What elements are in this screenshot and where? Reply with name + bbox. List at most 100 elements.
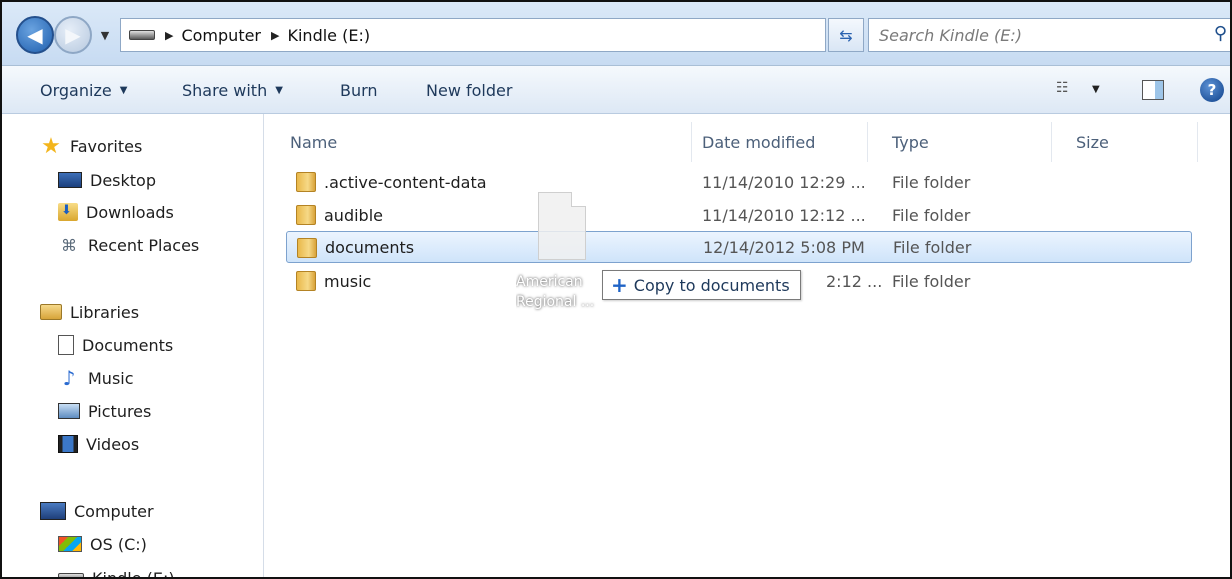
help-icon[interactable]: ?	[1200, 78, 1224, 102]
file-date: 12/14/2012 5:08 PM	[703, 237, 865, 257]
dragged-file-label: American Regional ...	[516, 272, 612, 312]
downloads-icon	[58, 203, 78, 221]
share-with-button[interactable]: Share with ▼	[182, 78, 283, 102]
nav-label: Kindle (E:)	[92, 568, 175, 579]
refresh-icon: ⇆	[839, 25, 853, 45]
organize-label: Organize	[40, 80, 112, 100]
nav-label: Desktop	[90, 170, 156, 190]
nav-os-c[interactable]: OS (C:)	[58, 530, 147, 558]
preview-pane-icon[interactable]	[1142, 80, 1164, 100]
chevron-down-icon: ▼	[275, 84, 283, 96]
change-view-icon[interactable]: ☷	[1056, 80, 1076, 100]
column-header-size[interactable]: Size	[1052, 122, 1198, 162]
file-name: music	[324, 271, 372, 291]
file-row[interactable]: audible 11/14/2010 12:12 ... File folder	[286, 199, 1192, 231]
music-note-icon: ♪	[62, 366, 76, 390]
nav-label: OS (C:)	[90, 534, 147, 554]
document-icon	[58, 335, 74, 355]
organize-button[interactable]: Organize ▼	[40, 78, 127, 102]
nav-favorites[interactable]: ★ Favorites	[40, 132, 142, 160]
windows-drive-icon	[58, 536, 82, 552]
libraries-icon	[40, 304, 62, 320]
nav-documents[interactable]: Documents	[58, 331, 173, 359]
nav-videos[interactable]: Videos	[58, 430, 139, 458]
search-input[interactable]	[869, 20, 1189, 50]
search-box[interactable]: ⚲	[868, 18, 1230, 52]
arrow-right-icon: ▶	[65, 23, 81, 47]
nav-label: Pictures	[88, 401, 152, 421]
refresh-button[interactable]: ⇆	[828, 18, 864, 52]
chevron-down-icon: ▼	[100, 28, 110, 42]
chevron-down-icon: ▼	[119, 84, 128, 96]
computer-icon	[40, 502, 66, 520]
folder-icon	[296, 172, 316, 192]
file-type: File folder	[892, 205, 971, 225]
file-name: documents	[325, 237, 415, 257]
folder-icon	[297, 238, 317, 258]
film-icon	[58, 435, 78, 453]
dragged-file-label-line2: Regional ...	[516, 294, 595, 310]
drive-icon	[129, 30, 155, 40]
nav-label: Videos	[86, 434, 140, 454]
pictures-icon	[58, 403, 80, 419]
star-icon: ★	[41, 133, 61, 159]
address-bar-row: ◀ ▶ ▼ ▶ Computer ▶ Kindle (E:) ▼ ⇆ ⚲	[2, 2, 1230, 66]
file-name: .active-content-data	[324, 172, 487, 192]
nav-downloads[interactable]: Downloads	[58, 198, 174, 226]
dragged-file-icon[interactable]	[538, 192, 586, 260]
forward-button[interactable]: ▶	[54, 16, 92, 54]
command-bar: Organize ▼ Share with ▼ Burn New folder …	[2, 66, 1230, 114]
address-bar[interactable]: ▶ Computer ▶ Kindle (E:) ▼	[120, 18, 929, 52]
folder-icon	[296, 205, 316, 225]
nav-recent-places[interactable]: ⌘ Recent Places	[58, 231, 199, 259]
drive-icon	[58, 573, 84, 577]
breadcrumb-arrow-icon[interactable]: ▶	[271, 29, 279, 42]
nav-computer[interactable]: Computer	[40, 497, 154, 525]
drag-tooltip-text: Copy to documents	[633, 275, 790, 295]
recent-places-icon: ⌘	[61, 235, 77, 255]
nav-label: Downloads	[86, 202, 174, 222]
nav-pictures[interactable]: Pictures	[58, 397, 151, 425]
file-date: 11/14/2010 12:29 ...	[702, 172, 866, 192]
back-button[interactable]: ◀	[16, 16, 54, 54]
nav-label: Favorites	[70, 136, 143, 156]
nav-music[interactable]: ♪ Music	[58, 364, 134, 392]
file-row[interactable]: .active-content-data 11/14/2010 12:29 ..…	[286, 166, 1192, 198]
column-header-name[interactable]: Name	[266, 122, 692, 162]
breadcrumb-kindle[interactable]: Kindle (E:)	[287, 26, 370, 45]
nav-desktop[interactable]: Desktop	[58, 166, 156, 194]
new-folder-button[interactable]: New folder	[426, 78, 512, 102]
file-type: File folder	[892, 271, 971, 291]
nav-kindle-e[interactable]: Kindle (E:)	[58, 564, 175, 579]
desktop-icon	[58, 172, 82, 188]
file-row-selected[interactable]: documents 12/14/2012 5:08 PM File folder	[286, 231, 1192, 263]
explorer-window: ◀ ▶ ▼ ▶ Computer ▶ Kindle (E:) ▼ ⇆ ⚲ Org…	[0, 0, 1232, 579]
breadcrumb-computer[interactable]: Computer	[181, 26, 261, 45]
column-header-date-modified[interactable]: Date modified	[678, 122, 868, 162]
breadcrumb-arrow-icon[interactable]: ▶	[165, 29, 173, 42]
drag-tooltip: + Copy to documents	[602, 270, 801, 300]
chevron-down-icon[interactable]: ▼	[1092, 84, 1100, 95]
column-header-label: Date modified	[702, 132, 816, 152]
file-type: File folder	[892, 172, 971, 192]
column-header-label: Name	[290, 132, 338, 152]
column-header-label: Size	[1076, 132, 1109, 152]
nav-label: Libraries	[70, 302, 140, 322]
file-name: audible	[324, 205, 383, 225]
share-with-label: Share with	[182, 80, 268, 100]
column-header-type[interactable]: Type	[868, 122, 1052, 162]
nav-label: Recent Places	[88, 235, 200, 255]
file-date: 2:12 ...	[826, 271, 883, 291]
new-folder-label: New folder	[426, 80, 513, 100]
folder-icon	[296, 271, 316, 291]
navigation-pane: ★ Favorites Desktop Downloads ⌘ Recent P…	[2, 114, 264, 579]
burn-button[interactable]: Burn	[340, 78, 378, 102]
arrow-left-icon: ◀	[27, 23, 43, 47]
recent-pages-button[interactable]: ▼	[96, 26, 114, 44]
search-icon[interactable]: ⚲	[1214, 23, 1227, 44]
nav-label: Music	[88, 368, 134, 388]
nav-label: Computer	[74, 501, 154, 521]
plus-icon: +	[611, 273, 628, 297]
nav-libraries[interactable]: Libraries	[40, 298, 139, 326]
nav-label: Documents	[82, 335, 174, 355]
